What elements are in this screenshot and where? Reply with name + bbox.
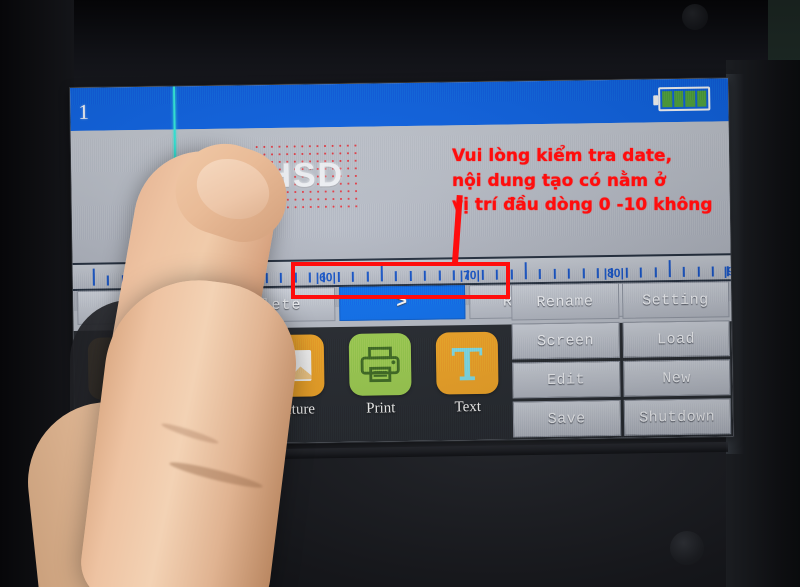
- ruler-label: |80|: [603, 265, 624, 281]
- battery-cell: [662, 91, 672, 108]
- annotation-line: nội dung tạo có nằm ở: [452, 170, 666, 191]
- right-menu-grid: Rename Setting Screen Load Edit New Save Shutdo…: [509, 281, 733, 438]
- ruler-tick: [582, 268, 585, 279]
- ruler-tick: [567, 268, 571, 279]
- ruler-tick: [697, 266, 700, 277]
- icon-tray-item[interactable]: Print: [341, 332, 421, 438]
- ruler-highlight-box: [291, 262, 510, 299]
- battery-cell: [673, 90, 684, 108]
- battery-cell: [696, 90, 707, 107]
- screw-icon-top: [682, 4, 708, 30]
- ruler-tick: [596, 268, 599, 279]
- text-t-icon[interactable]: [435, 331, 499, 395]
- printer-icon[interactable]: [348, 332, 412, 396]
- ruler-tick: [639, 267, 643, 278]
- annotation-text: Vui lòng kiểm tra date, nội dung tạo có …: [452, 144, 713, 218]
- ruler-label: |90|: [723, 264, 731, 279]
- ruler-tick: [683, 266, 686, 277]
- ruler-tick: [92, 268, 95, 286]
- ruler-tick: [654, 267, 657, 278]
- annotation-line: Vui lòng kiểm tra date,: [452, 146, 673, 166]
- ruler-tick: [510, 269, 513, 280]
- ruler-tick: [553, 268, 556, 279]
- page-number: 1: [78, 99, 90, 124]
- battery-icon: [653, 86, 711, 112]
- icon-label: Print: [366, 400, 396, 417]
- ruler-tick: [265, 273, 268, 284]
- ruler-tick: [524, 262, 527, 280]
- annotation-line: vị trí đầu dòng 0 -10 không: [452, 195, 713, 216]
- ruler-tick: [539, 269, 542, 280]
- battery-terminal: [653, 95, 659, 106]
- ruler-tick: [668, 260, 671, 278]
- grid-button-edit[interactable]: Edit: [512, 360, 621, 399]
- icon-label: Text: [454, 398, 482, 416]
- screw-icon: [670, 531, 704, 565]
- grid-button-setting[interactable]: Setting: [621, 281, 730, 319]
- icon-tray-item[interactable]: Text: [428, 331, 508, 437]
- ruler-tick: [711, 266, 715, 277]
- grid-button-save[interactable]: Save: [512, 399, 621, 438]
- grid-button-load[interactable]: Load: [622, 320, 731, 358]
- grid-button-rename[interactable]: Rename: [510, 282, 619, 321]
- ruler-tick: [279, 272, 283, 283]
- ruler-tick: [107, 275, 110, 286]
- grid-button-screen[interactable]: Screen: [511, 321, 620, 360]
- grid-button-new[interactable]: New: [622, 359, 731, 397]
- grid-button-shutdown[interactable]: Shutdown: [623, 398, 732, 436]
- ruler-tick: [625, 267, 628, 278]
- screenshot-root: 1 HSD |50||60||70||80||90| ViewDelete>Re…: [0, 0, 800, 587]
- battery-cell: [685, 90, 695, 107]
